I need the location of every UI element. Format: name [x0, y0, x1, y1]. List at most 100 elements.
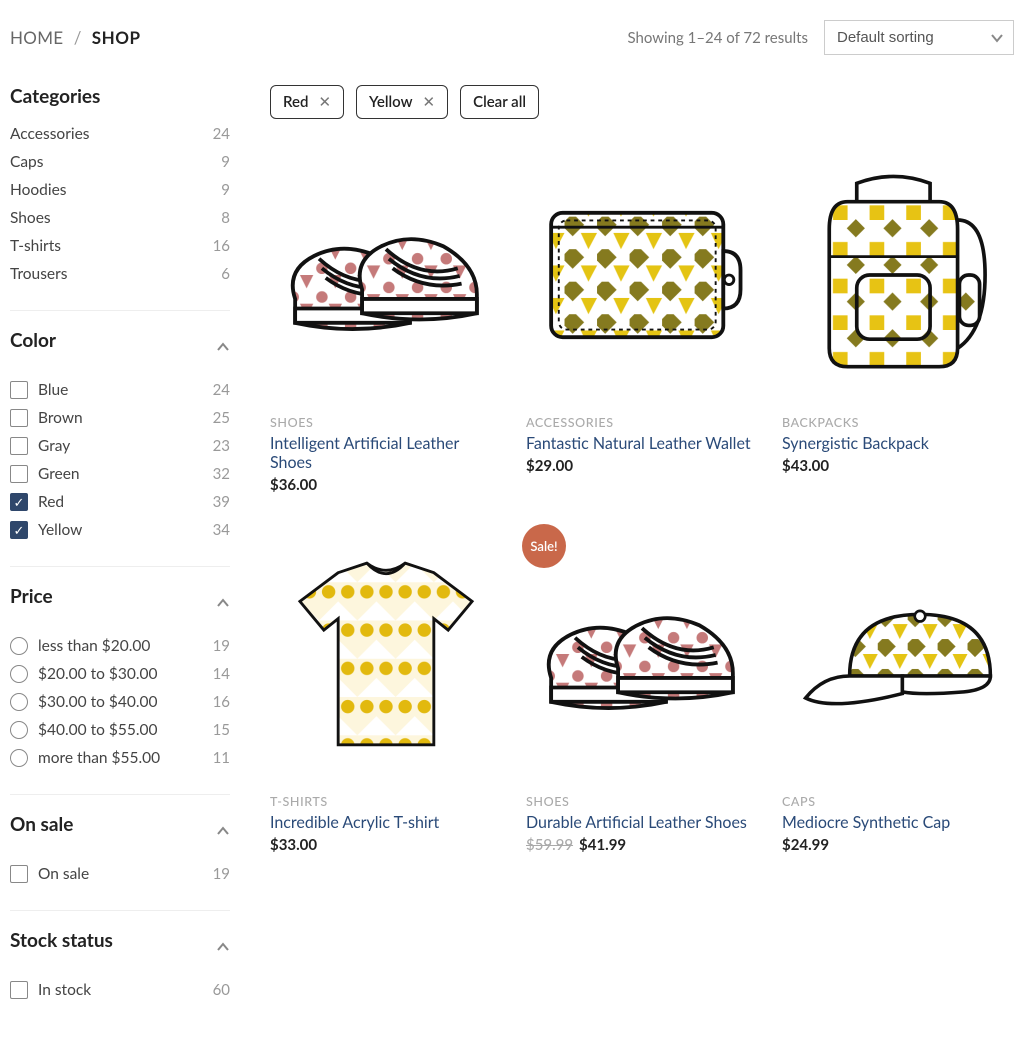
breadcrumb: HOME / SHOP	[10, 27, 140, 48]
checkbox[interactable]	[10, 409, 28, 427]
radio[interactable]	[10, 721, 28, 739]
price: $36.00	[270, 476, 317, 494]
radio[interactable]	[10, 665, 28, 683]
radio[interactable]	[10, 693, 28, 711]
stock-label: In stock	[38, 981, 91, 999]
product-image	[782, 145, 1014, 405]
product-card[interactable]: Sale! SHOES Durable Artificial Leather S…	[526, 524, 758, 854]
divider	[10, 794, 230, 795]
price-count: 15	[213, 721, 230, 739]
widget-categories: Categories Accessories 24 Caps 9 Hoodies9Sho…	[10, 85, 230, 288]
checkbox[interactable]	[10, 981, 28, 999]
price: $24.99	[782, 836, 829, 854]
sort-select[interactable]: Default sorting	[824, 20, 1014, 55]
color-label: Blue	[38, 381, 68, 399]
color-filter-item[interactable]: Yellow34	[10, 516, 230, 544]
color-filter-item[interactable]: Green32	[10, 460, 230, 488]
color-filter-item[interactable]: Red39	[10, 488, 230, 516]
category-item[interactable]: Shoes8	[10, 204, 230, 232]
clear-all-label: Clear all	[473, 93, 526, 111]
product-title[interactable]: Synergistic Backpack	[782, 434, 1014, 453]
color-filter-item[interactable]: Gray23	[10, 432, 230, 460]
clear-all-chip[interactable]: Clear all	[460, 85, 539, 119]
price-label: more than $55.00	[38, 749, 160, 767]
onsale-title: On sale	[10, 813, 73, 836]
filter-chip[interactable]: Red ✕	[270, 85, 344, 119]
product-price: $59.99$41.99	[526, 836, 758, 854]
checkbox[interactable]	[10, 521, 28, 539]
color-label: Gray	[38, 437, 70, 455]
product-category: CAPS	[782, 794, 1014, 809]
filter-chip[interactable]: Yellow ✕	[356, 85, 448, 119]
filter-instock[interactable]: In stock 60	[10, 976, 230, 1004]
price-filter-item[interactable]: $40.00 to $55.0015	[10, 716, 230, 744]
radio[interactable]	[10, 749, 28, 767]
price-count: 11	[213, 749, 230, 767]
stock-count: 60	[213, 981, 230, 999]
chevron-up-icon[interactable]	[216, 340, 230, 354]
category-count: 24	[213, 125, 230, 143]
breadcrumb-home[interactable]: HOME	[10, 27, 63, 48]
product-image	[270, 145, 502, 405]
category-item[interactable]: Caps 9	[10, 148, 230, 176]
product-category: BACKPACKS	[782, 415, 1014, 430]
product-card[interactable]: T-SHIRTS Incredible Acrylic T-shirt $33.…	[270, 524, 502, 854]
product-title[interactable]: Intelligent Artificial Leather Shoes	[270, 434, 502, 472]
price-filter-item[interactable]: more than $55.00 11	[10, 744, 230, 772]
price-filter-item[interactable]: $20.00 to $30.0014	[10, 660, 230, 688]
category-count: 9	[221, 153, 230, 171]
categories-title: Categories	[10, 85, 230, 108]
chip-label: Red	[283, 93, 308, 111]
close-icon[interactable]: ✕	[318, 93, 331, 111]
category-label: Accessories	[10, 125, 89, 143]
product-card[interactable]: BACKPACKS Synergistic Backpack $43.00	[782, 145, 1014, 494]
product-image	[782, 524, 1014, 784]
price-filter-item[interactable]: less than $20.0019	[10, 632, 230, 660]
color-label: Brown	[38, 409, 83, 427]
checkbox[interactable]	[10, 493, 28, 511]
chip-label: Yellow	[369, 93, 412, 111]
product-price: $43.00	[782, 457, 1014, 475]
price-label: less than $20.00	[38, 637, 150, 655]
active-filter-chips: Red ✕ Yellow ✕ Clear all	[270, 85, 1014, 119]
product-title[interactable]: Fantastic Natural Leather Wallet	[526, 434, 758, 453]
category-item[interactable]: Accessories 24	[10, 120, 230, 148]
color-label: Yellow	[38, 521, 82, 539]
chevron-up-icon[interactable]	[216, 824, 230, 838]
product-price: $29.00	[526, 457, 758, 475]
close-icon[interactable]: ✕	[423, 93, 436, 111]
category-item[interactable]: Hoodies9	[10, 176, 230, 204]
product-title[interactable]: Mediocre Synthetic Cap	[782, 813, 1014, 832]
checkbox[interactable]	[10, 381, 28, 399]
price-filter-item[interactable]: $30.00 to $40.0016	[10, 688, 230, 716]
product-title[interactable]: Durable Artificial Leather Shoes	[526, 813, 758, 832]
chevron-up-icon[interactable]	[216, 596, 230, 610]
color-filter-item[interactable]: Brown 25	[10, 404, 230, 432]
category-count: 16	[213, 237, 230, 255]
product-card[interactable]: SHOES Intelligent Artificial Leather Sho…	[270, 145, 502, 494]
widget-color: Color Blue24Brown25Gray23Green32Red39Yel…	[10, 329, 230, 544]
filter-onsale[interactable]: On sale 19	[10, 860, 230, 888]
chevron-up-icon[interactable]	[216, 940, 230, 954]
checkbox[interactable]	[10, 865, 28, 883]
product-price: $24.99	[782, 836, 1014, 854]
product-image	[526, 524, 758, 784]
color-count: 25	[213, 409, 230, 427]
product-card[interactable]: ACCESSORIES Fantastic Natural Leather Wa…	[526, 145, 758, 494]
sidebar: Categories Accessories 24 Caps 9 Hoodies9Sho…	[10, 85, 230, 1026]
product-card[interactable]: CAPS Mediocre Synthetic Cap $24.99	[782, 524, 1014, 854]
category-item[interactable]: T-shirts16	[10, 232, 230, 260]
category-item[interactable]: Trousers 6	[10, 260, 230, 288]
product-title[interactable]: Incredible Acrylic T-shirt	[270, 813, 502, 832]
widget-stock: Stock status In stock 60	[10, 929, 230, 1004]
breadcrumb-current: SHOP	[92, 27, 141, 48]
category-label: Trousers	[10, 265, 67, 283]
checkbox[interactable]	[10, 465, 28, 483]
radio[interactable]	[10, 637, 28, 655]
color-filter-item[interactable]: Blue24	[10, 376, 230, 404]
checkbox[interactable]	[10, 437, 28, 455]
category-label: Caps	[10, 153, 43, 171]
category-count: 8	[221, 209, 230, 227]
product-category: T-SHIRTS	[270, 794, 502, 809]
category-count: 6	[221, 265, 230, 283]
